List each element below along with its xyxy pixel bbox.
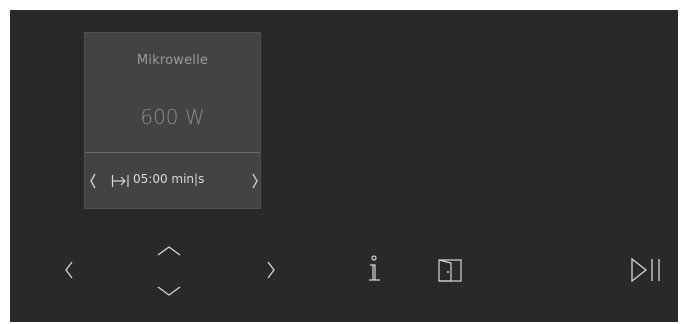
play-pause-icon (631, 257, 660, 283)
duration-value[interactable]: 05:00 min|s (133, 172, 204, 186)
previous-button[interactable] (62, 258, 76, 282)
duration-decrease-button[interactable] (87, 171, 99, 191)
info-button[interactable] (364, 254, 384, 284)
oven-display: Mikrowelle 600 W 05:00 min|s (10, 10, 678, 322)
chevron-up-icon (157, 246, 181, 256)
chevron-down-icon (157, 286, 181, 296)
start-stop-button[interactable] (630, 256, 666, 284)
chevron-right-icon (252, 173, 258, 189)
door-icon (438, 259, 462, 282)
chevron-left-icon (90, 173, 96, 189)
duration-row: 05:00 min|s (85, 153, 260, 209)
door-button[interactable] (436, 258, 464, 284)
scroll-down-button[interactable] (155, 284, 183, 298)
duration-arrow-icon (111, 174, 131, 188)
next-button[interactable] (264, 258, 278, 282)
chevron-left-icon (65, 261, 73, 279)
mode-label: Mikrowelle (136, 53, 209, 68)
scroll-up-button[interactable] (155, 244, 183, 258)
info-icon (369, 255, 380, 281)
power-value: 600 W (140, 105, 205, 129)
program-card[interactable]: Mikrowelle 600 W 05:00 min|s (84, 32, 261, 209)
duration-increase-button[interactable] (249, 171, 261, 191)
chevron-right-icon (267, 261, 275, 279)
